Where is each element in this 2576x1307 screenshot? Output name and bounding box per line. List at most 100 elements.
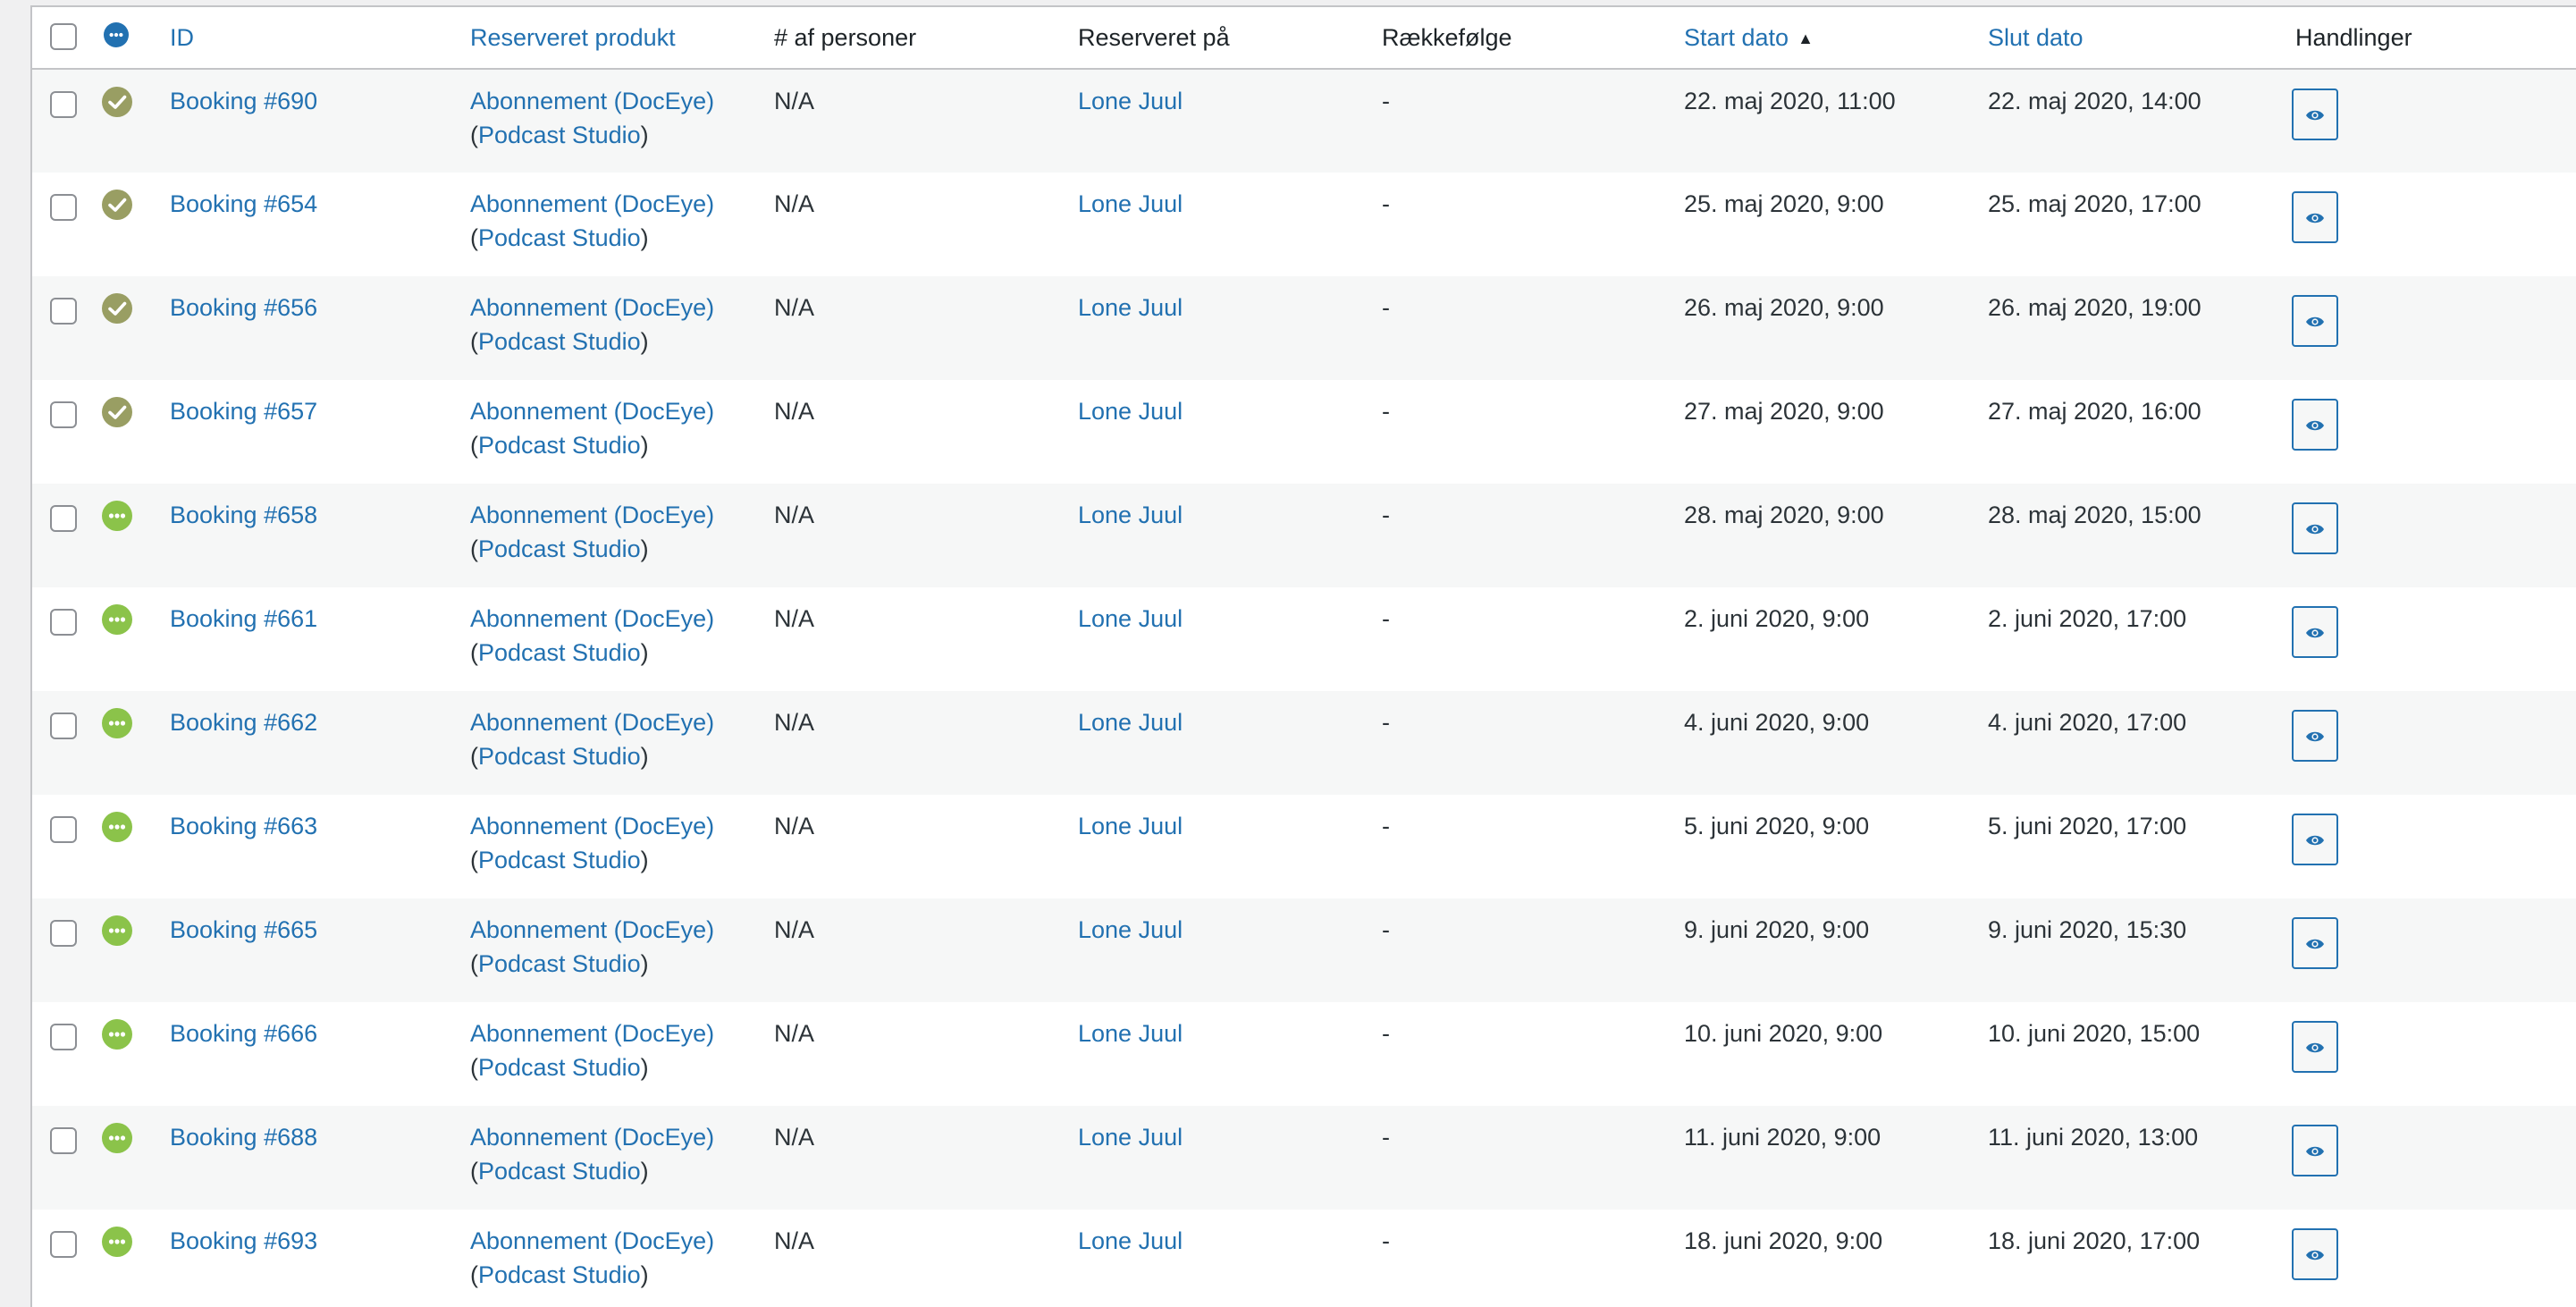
resource-link[interactable]: Podcast Studio: [478, 535, 641, 562]
persons-value: N/A: [774, 294, 815, 321]
row-select-cell: [32, 1210, 82, 1307]
row-order-cell: -: [1373, 276, 1675, 380]
view-button[interactable]: [2292, 1228, 2338, 1280]
row-select-cell: [32, 69, 82, 173]
row-select-cell: [32, 1002, 82, 1106]
customer-link[interactable]: Lone Juul: [1078, 294, 1183, 321]
booking-id-link[interactable]: Booking #663: [170, 813, 317, 839]
product-link[interactable]: Abonnement (DocEye): [470, 294, 714, 321]
customer-link[interactable]: Lone Juul: [1078, 709, 1183, 736]
resource-link[interactable]: Podcast Studio: [478, 432, 641, 459]
column-header-start-label[interactable]: Start dato: [1675, 24, 1789, 52]
resource-link[interactable]: Podcast Studio: [478, 224, 641, 251]
row-persons-cell: N/A: [765, 898, 1069, 1002]
booking-id-link[interactable]: Booking #656: [170, 294, 317, 321]
booking-id-link[interactable]: Booking #657: [170, 398, 317, 425]
customer-link[interactable]: Lone Juul: [1078, 1020, 1183, 1047]
resource-link[interactable]: Podcast Studio: [478, 1054, 641, 1081]
row-checkbox[interactable]: [50, 816, 77, 843]
row-checkbox[interactable]: [50, 505, 77, 532]
persons-value: N/A: [774, 1124, 815, 1151]
view-button[interactable]: [2292, 710, 2338, 762]
product-link[interactable]: Abonnement (DocEye): [470, 88, 714, 114]
view-button[interactable]: [2292, 295, 2338, 347]
booking-id-link[interactable]: Booking #662: [170, 709, 317, 736]
sort-ascending-icon[interactable]: ▲: [1797, 30, 1814, 48]
view-button[interactable]: [2292, 89, 2338, 140]
row-reserved-by-cell: Lone Juul: [1069, 276, 1373, 380]
row-checkbox[interactable]: [50, 298, 77, 325]
product-link[interactable]: Abonnement (DocEye): [470, 916, 714, 943]
column-header-product-label[interactable]: Reserveret produkt: [461, 24, 676, 52]
booking-id-link[interactable]: Booking #654: [170, 190, 317, 217]
row-start-cell: 25. maj 2020, 9:00: [1675, 173, 1979, 276]
customer-link[interactable]: Lone Juul: [1078, 502, 1183, 528]
product-link[interactable]: Abonnement (DocEye): [470, 1227, 714, 1254]
resource-link[interactable]: Podcast Studio: [478, 328, 641, 355]
column-header-end-label[interactable]: Slut dato: [1979, 24, 2084, 52]
column-header-end[interactable]: Slut dato: [1979, 7, 2286, 70]
view-button[interactable]: [2292, 606, 2338, 658]
resource-link[interactable]: Podcast Studio: [478, 639, 641, 666]
customer-link[interactable]: Lone Juul: [1078, 1227, 1183, 1254]
resource-link[interactable]: Podcast Studio: [478, 122, 641, 148]
ellipsis-icon: [102, 812, 132, 842]
column-header-id[interactable]: ID: [161, 7, 461, 70]
customer-link[interactable]: Lone Juul: [1078, 190, 1183, 217]
product-link[interactable]: Abonnement (DocEye): [470, 190, 714, 217]
view-button[interactable]: [2292, 917, 2338, 969]
product-link[interactable]: Abonnement (DocEye): [470, 813, 714, 839]
resource-link[interactable]: Podcast Studio: [478, 950, 641, 977]
booking-id-link[interactable]: Booking #665: [170, 916, 317, 943]
customer-link[interactable]: Lone Juul: [1078, 398, 1183, 425]
row-order-cell: -: [1373, 173, 1675, 276]
booking-id-link[interactable]: Booking #688: [170, 1124, 317, 1151]
row-checkbox[interactable]: [50, 1024, 77, 1050]
resource-link[interactable]: Podcast Studio: [478, 1261, 641, 1288]
ellipsis-icon: [102, 604, 132, 635]
product-link[interactable]: Abonnement (DocEye): [470, 1124, 714, 1151]
product-link[interactable]: Abonnement (DocEye): [470, 502, 714, 528]
start-date-value: 27. maj 2020, 9:00: [1684, 398, 1884, 425]
row-checkbox[interactable]: [50, 91, 77, 118]
view-button[interactable]: [2292, 399, 2338, 451]
product-link[interactable]: Abonnement (DocEye): [470, 709, 714, 736]
row-checkbox[interactable]: [50, 1231, 77, 1258]
persons-value: N/A: [774, 190, 815, 217]
customer-link[interactable]: Lone Juul: [1078, 813, 1183, 839]
customer-link[interactable]: Lone Juul: [1078, 605, 1183, 632]
booking-id-link[interactable]: Booking #658: [170, 502, 317, 528]
row-checkbox[interactable]: [50, 609, 77, 636]
row-checkbox[interactable]: [50, 1127, 77, 1154]
booking-id-link[interactable]: Booking #693: [170, 1227, 317, 1254]
view-button[interactable]: [2292, 502, 2338, 554]
table-header: ID Reserveret produkt # af personer Rese…: [32, 7, 2576, 70]
customer-link[interactable]: Lone Juul: [1078, 916, 1183, 943]
column-header-start[interactable]: Start dato ▲: [1675, 7, 1979, 70]
view-button[interactable]: [2292, 814, 2338, 865]
view-button[interactable]: [2292, 1125, 2338, 1176]
booking-id-link[interactable]: Booking #690: [170, 88, 317, 114]
row-checkbox[interactable]: [50, 401, 77, 428]
ellipsis-icon[interactable]: [104, 21, 129, 47]
product-link[interactable]: Abonnement (DocEye): [470, 398, 714, 425]
column-header-id-label[interactable]: ID: [161, 24, 194, 52]
customer-link[interactable]: Lone Juul: [1078, 1124, 1183, 1151]
customer-link[interactable]: Lone Juul: [1078, 88, 1183, 114]
resource-link[interactable]: Podcast Studio: [478, 743, 641, 770]
product-link[interactable]: Abonnement (DocEye): [470, 1020, 714, 1047]
ellipsis-icon: [102, 1123, 132, 1153]
column-header-product[interactable]: Reserveret produkt: [461, 7, 765, 70]
row-select-cell: [32, 380, 82, 484]
select-all-checkbox[interactable]: [50, 22, 77, 50]
product-link[interactable]: Abonnement (DocEye): [470, 605, 714, 632]
view-button[interactable]: [2292, 1021, 2338, 1073]
resource-link[interactable]: Podcast Studio: [478, 847, 641, 873]
row-checkbox[interactable]: [50, 920, 77, 947]
row-checkbox[interactable]: [50, 194, 77, 221]
view-button[interactable]: [2292, 191, 2338, 243]
row-checkbox[interactable]: [50, 713, 77, 739]
booking-id-link[interactable]: Booking #666: [170, 1020, 317, 1047]
booking-id-link[interactable]: Booking #661: [170, 605, 317, 632]
resource-link[interactable]: Podcast Studio: [478, 1158, 641, 1185]
